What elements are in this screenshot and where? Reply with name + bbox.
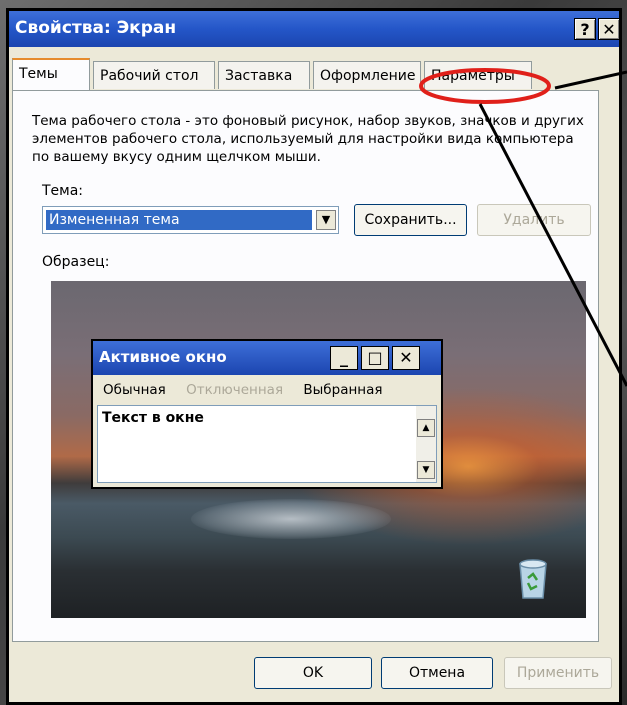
preview-text-area: Текст в окне ▲ ▼ [97,405,437,483]
preview-menu-disabled: Отключенная [186,382,284,398]
ok-button[interactable]: OK [254,657,372,689]
minimize-icon: _ [330,346,358,370]
save-theme-button[interactable]: Сохранить... [354,204,467,236]
scroll-up-icon: ▲ [417,419,435,437]
tab-themes[interactable]: Темы [12,58,90,90]
theme-select[interactable]: Измененная тема ▼ [42,206,339,234]
apply-button[interactable]: Применить [504,657,612,689]
tab-settings[interactable]: Параметры [424,61,532,89]
preview-text: Текст в окне [102,410,204,426]
help-button[interactable]: ? [574,18,596,40]
preview-scrollbar: ▲ ▼ [416,406,436,482]
preview-menu: Обычная Отключенная Выбранная [103,382,399,398]
tab-appearance[interactable]: Оформление [313,61,421,89]
theme-preview: Активное окно _ □ ✕ Обычная Отключенная … [51,281,586,618]
theme-description: Тема рабочего стола - это фоновый рисуно… [32,113,584,165]
tab-desktop[interactable]: Рабочий стол [93,61,215,89]
recycle-bin-icon [519,559,547,599]
preview-wallpaper-wave [191,499,391,539]
sample-label: Образец: [42,254,110,270]
preview-menu-selected: Выбранная [303,382,383,398]
close-button[interactable]: ✕ [598,18,620,40]
maximize-icon: □ [361,346,389,370]
scroll-down-icon: ▼ [417,461,435,479]
preview-window-title: Активное окно [99,348,227,366]
tab-screensaver[interactable]: Заставка [218,61,310,89]
preview-menu-normal: Обычная [103,382,166,398]
preview-active-window: Активное окно _ □ ✕ Обычная Отключенная … [91,339,443,489]
chevron-down-icon[interactable]: ▼ [316,210,336,230]
preview-title-bar: Активное окно _ □ ✕ [93,341,441,375]
cancel-button[interactable]: Отмена [381,657,493,689]
title-bar[interactable]: Свойства: Экран ? ✕ [9,11,620,47]
close-icon: ✕ [392,346,420,370]
window-title: Свойства: Экран [15,18,177,38]
theme-label: Тема: [42,183,84,199]
theme-select-value: Измененная тема [46,210,312,230]
delete-theme-button[interactable]: Удалить [477,204,591,236]
